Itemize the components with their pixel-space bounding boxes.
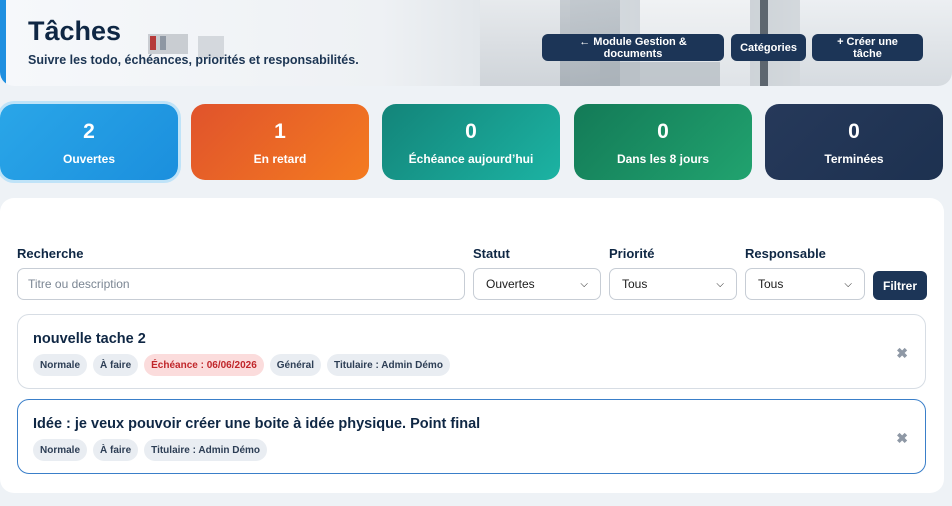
task-title[interactable]: nouvelle tache 2 [33,331,146,347]
page-title: Tâches [28,16,122,46]
chevron-down-icon: ⌵ [716,278,724,290]
stat-label: Terminées [824,152,884,166]
stat-value: 0 [848,120,860,143]
task-item[interactable]: Idée : je veux pouvoir créer une boite à… [17,399,926,474]
filter-button[interactable]: Filtrer [873,271,927,300]
categories-button[interactable]: Catégories [731,34,806,61]
stat-card-next-8-days[interactable]: 0 Dans les 8 jours [574,104,752,180]
header-background-image [160,36,166,50]
priority-select[interactable]: Tous ⌵ [609,268,737,300]
status-label: Statut [473,246,510,261]
stat-label: Dans les 8 jours [616,152,710,166]
page-header: Tâches Suivre les todo, échéances, prior… [0,0,952,86]
priority-select-value: Tous [622,277,648,291]
header-accent-bar [0,0,6,86]
owner-badge: Titulaire : Admin Démo [327,354,450,376]
search-label: Recherche [17,246,84,261]
owner-select-value: Tous [758,277,784,291]
owner-select[interactable]: Tous ⌵ [745,268,865,300]
task-title[interactable]: Idée : je veux pouvoir créer une boite à… [33,416,480,432]
create-task-button[interactable]: + Créer une tâche [812,34,923,61]
priority-badge: Normale [33,439,88,461]
stat-value: 1 [274,120,286,143]
task-item[interactable]: nouvelle tache 2 Normale À faire Échéanc… [17,314,926,389]
search-input[interactable]: Titre ou description [17,268,465,300]
status-badge: À faire [93,354,139,376]
module-gestion-button[interactable]: ← Module Gestion & documents [542,34,724,61]
page-subtitle: Suivre les todo, échéances, priorités et… [28,53,359,67]
stat-value: 2 [83,120,95,143]
owner-badge: Titulaire : Admin Démo [144,439,268,461]
stat-card-overdue[interactable]: 1 En retard [191,104,369,180]
stat-label: Échéance aujourd’hui [408,152,534,166]
stat-value: 0 [465,120,477,143]
priority-label: Priorité [609,246,655,261]
chevron-down-icon: ⌵ [580,278,588,290]
stat-value: 0 [657,120,669,143]
close-icon[interactable]: ✖ [896,345,908,362]
search-placeholder: Titre ou description [28,277,130,291]
task-tags: Normale À faire Titulaire : Admin Démo [33,439,268,461]
priority-badge: Normale [33,354,88,376]
header-background-image [600,62,720,86]
stat-label: Ouvertes [62,152,116,166]
owner-label: Responsable [745,246,826,261]
chevron-down-icon: ⌵ [844,278,852,290]
stat-card-done[interactable]: 0 Terminées [765,104,943,180]
due-date-badge: Échéance : 06/06/2026 [144,354,264,376]
stat-card-due-today[interactable]: 0 Échéance aujourd’hui [382,104,560,180]
stat-card-open[interactable]: 2 Ouvertes [0,104,178,180]
close-icon[interactable]: ✖ [896,430,908,447]
category-badge: Général [269,354,322,376]
status-badge: À faire [93,439,139,461]
status-select[interactable]: Ouvertes ⌵ [473,268,601,300]
status-select-value: Ouvertes [486,277,535,291]
stat-label: En retard [253,152,307,166]
header-background-image [150,36,156,50]
task-tags: Normale À faire Échéance : 06/06/2026 Gé… [33,354,450,376]
